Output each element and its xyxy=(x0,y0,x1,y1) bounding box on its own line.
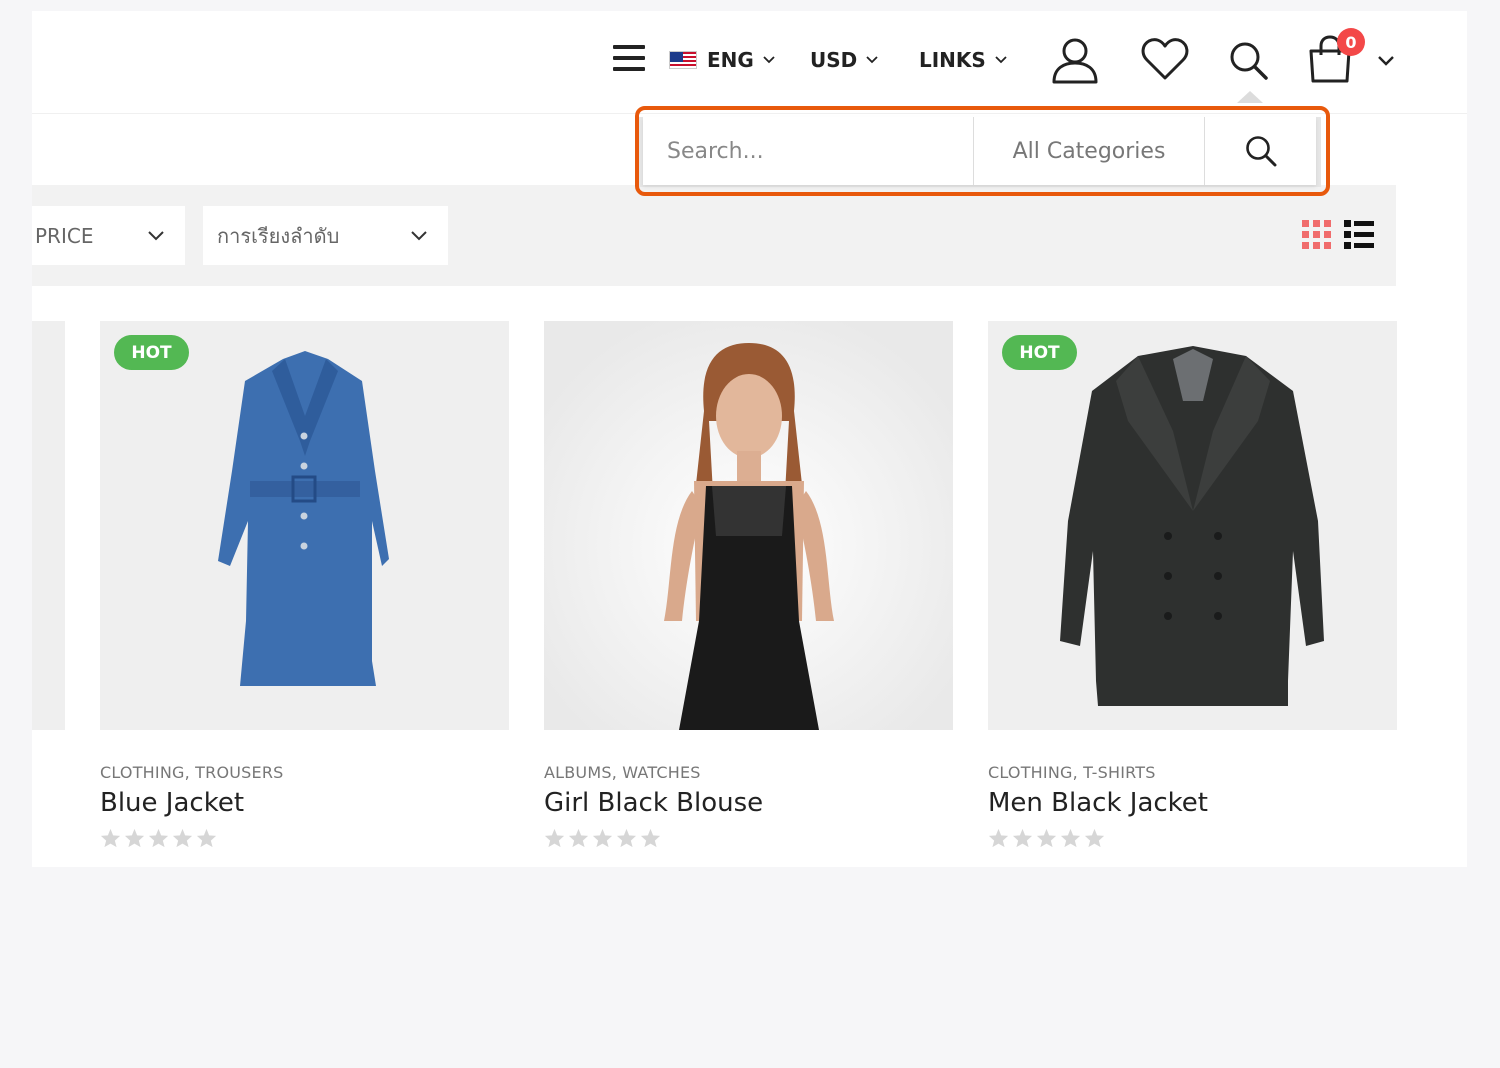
product-rating xyxy=(544,828,953,848)
product-image[interactable] xyxy=(544,321,953,730)
star-icon xyxy=(568,828,589,848)
product-categories[interactable]: CLOTHING, TROUSERS xyxy=(100,763,509,782)
product-rating xyxy=(988,828,1397,848)
star-icon xyxy=(544,828,565,848)
star-icon xyxy=(1060,828,1081,848)
price-filter-label: PRICE xyxy=(35,223,94,248)
product-image[interactable]: HOT xyxy=(100,321,509,730)
woman-blouse-image xyxy=(544,321,953,730)
user-icon[interactable] xyxy=(1050,35,1100,85)
hot-badge: HOT xyxy=(1002,335,1077,370)
hot-badge: HOT xyxy=(114,335,189,370)
currency-switcher[interactable]: USD xyxy=(810,47,879,73)
chevron-down-icon xyxy=(411,230,427,240)
language-label: ENG xyxy=(707,48,754,72)
sort-order-label: การเรียงลำดับ xyxy=(217,223,340,248)
search-form: All Categories xyxy=(643,117,1316,185)
star-icon xyxy=(196,828,217,848)
product-name[interactable]: Girl Black Blouse xyxy=(544,788,953,818)
links-menu[interactable]: LINKS xyxy=(919,47,1008,73)
product-card[interactable]: HOT CLOTHING, T-SHIRTS Men Black Jacket xyxy=(988,321,1397,866)
search-popup: All Categories xyxy=(638,117,1321,187)
language-switcher[interactable]: ENG xyxy=(669,47,776,73)
page: ENG USD LINKS 0 PRICE การเรียงลำดับ HOT … xyxy=(32,11,1467,867)
heart-icon[interactable] xyxy=(1141,37,1189,81)
shop-toolbar: PRICE การเรียงลำดับ xyxy=(32,185,1396,286)
star-icon xyxy=(640,828,661,848)
chevron-down-icon xyxy=(148,230,164,240)
product-image[interactable]: HOT xyxy=(988,321,1397,730)
links-label: LINKS xyxy=(919,48,986,72)
product-name[interactable]: Blue Jacket xyxy=(100,788,509,818)
search-icon[interactable] xyxy=(1229,41,1269,81)
menu-icon[interactable] xyxy=(613,45,645,75)
product-categories[interactable]: CLOTHING, T-SHIRTS xyxy=(988,763,1397,782)
view-mode-toggle xyxy=(1302,220,1374,250)
chevron-down-icon xyxy=(866,56,878,64)
price-filter-select[interactable]: PRICE xyxy=(32,206,185,265)
chevron-down-icon xyxy=(763,56,775,64)
chevron-down-icon[interactable] xyxy=(1376,54,1396,68)
star-icon xyxy=(1012,828,1033,848)
sort-order-select[interactable]: การเรียงลำดับ xyxy=(203,206,448,265)
site-header: ENG USD LINKS 0 xyxy=(32,11,1467,114)
star-icon xyxy=(592,828,613,848)
star-icon xyxy=(100,828,121,848)
search-submit-button[interactable] xyxy=(1205,117,1316,185)
list-view-icon[interactable] xyxy=(1344,220,1374,250)
search-icon xyxy=(1245,136,1276,167)
product-rating xyxy=(100,828,509,848)
product-categories[interactable]: ALBUMS, WATCHES xyxy=(544,763,953,782)
grid-view-icon[interactable] xyxy=(1302,220,1332,250)
us-flag-icon xyxy=(669,51,697,69)
blue-coat-image xyxy=(218,351,389,686)
star-icon xyxy=(616,828,637,848)
product-card[interactable]: ALBUMS, WATCHES Girl Black Blouse xyxy=(544,321,953,866)
product-name[interactable]: Men Black Jacket xyxy=(988,788,1397,818)
partial-product-card xyxy=(32,321,65,730)
popup-caret xyxy=(1237,91,1263,103)
black-jacket-image xyxy=(1060,346,1324,706)
search-input[interactable] xyxy=(643,117,973,185)
product-card[interactable]: HOT CLOTHING, TROUSERS Blue Jacket xyxy=(100,321,509,866)
star-icon xyxy=(988,828,1009,848)
currency-label: USD xyxy=(810,48,858,72)
search-category-select[interactable]: All Categories xyxy=(973,117,1205,185)
star-icon xyxy=(172,828,193,848)
star-icon xyxy=(148,828,169,848)
star-icon xyxy=(1084,828,1105,848)
star-icon xyxy=(1036,828,1057,848)
chevron-down-icon xyxy=(995,56,1007,64)
cart-count-badge: 0 xyxy=(1337,28,1365,56)
star-icon xyxy=(124,828,145,848)
